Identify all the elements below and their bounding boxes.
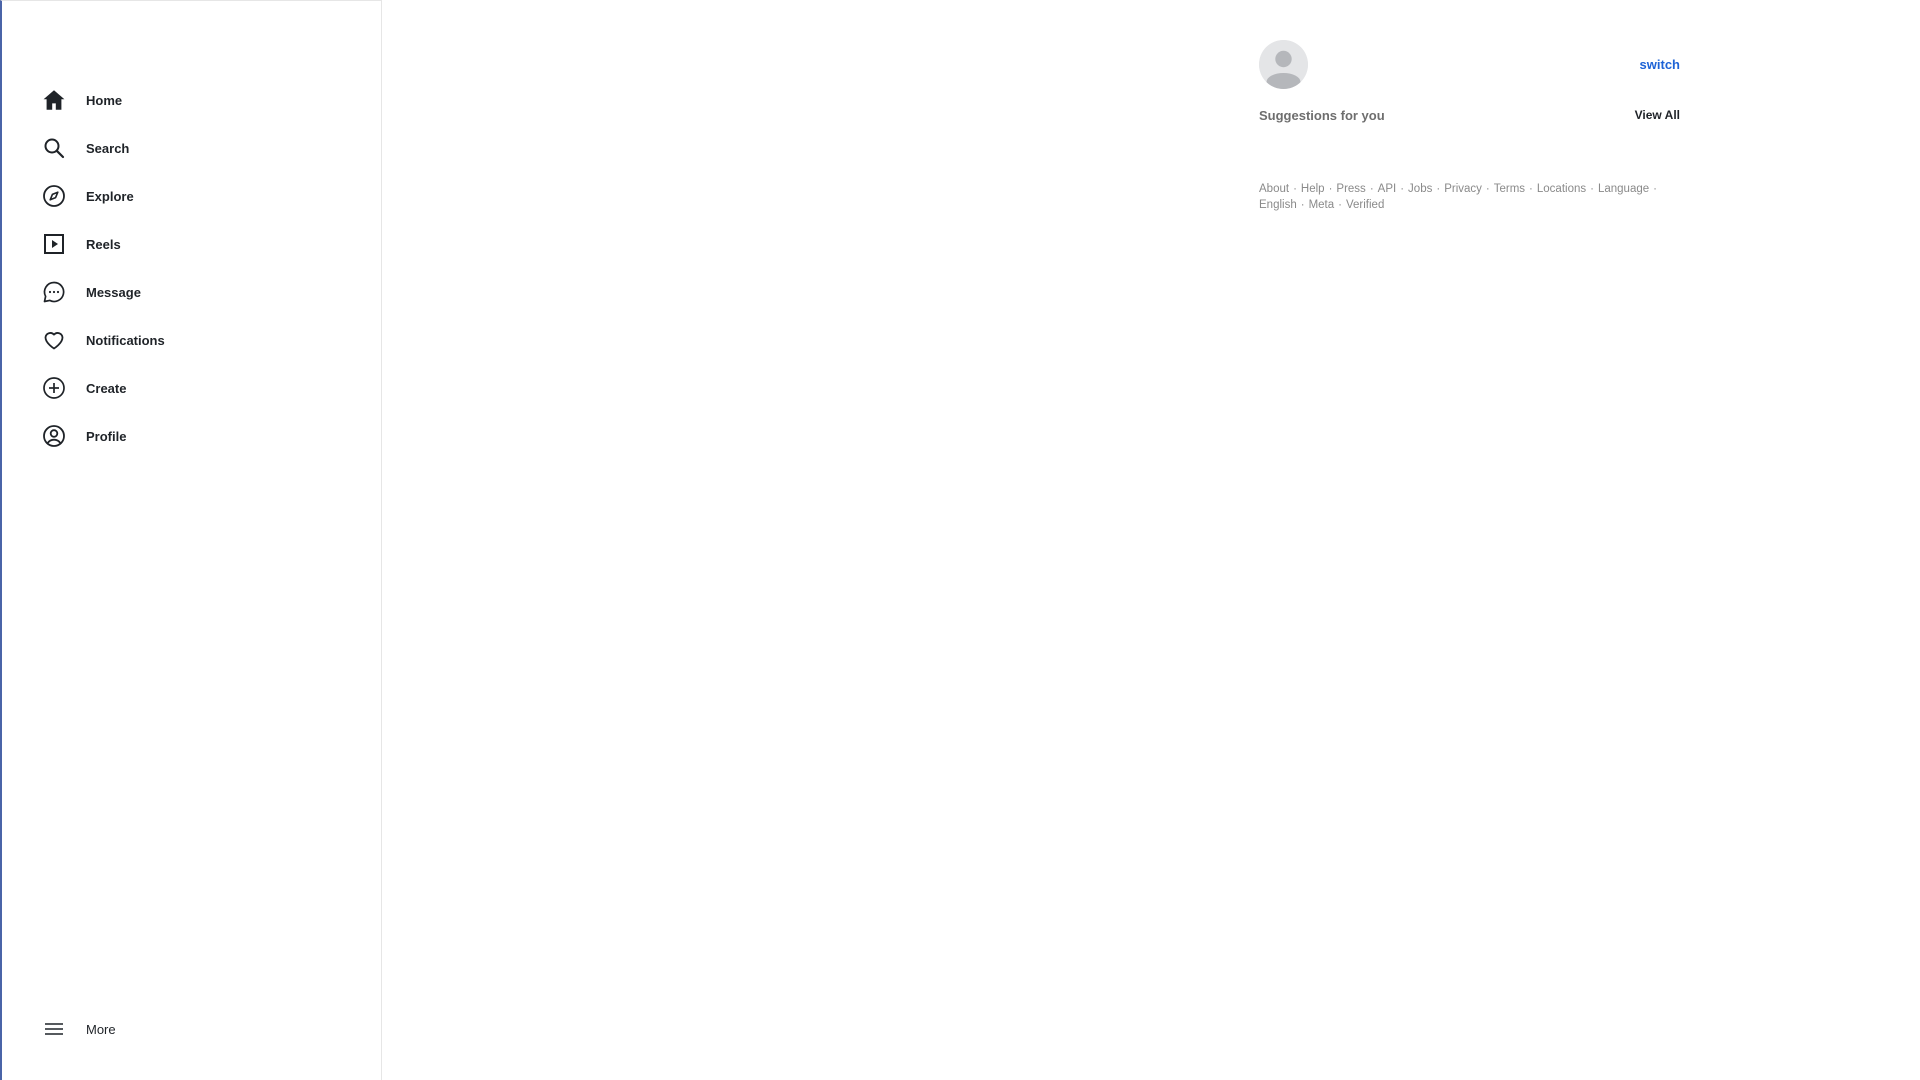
footer-separator: · bbox=[1369, 183, 1374, 195]
footer-link-privacy[interactable]: Privacy bbox=[1444, 183, 1482, 195]
sidebar-item-label: Create bbox=[86, 380, 127, 396]
footer-link-jobs[interactable]: Jobs bbox=[1408, 183, 1432, 195]
sidebar-item-label: Explore bbox=[86, 188, 134, 204]
app-root: Home Search Explore Reels Message Notifi… bbox=[0, 0, 1920, 1080]
plus-circle-icon bbox=[42, 376, 66, 400]
sidebar-item-create[interactable]: Create bbox=[2, 364, 381, 412]
menu-icon bbox=[42, 1017, 66, 1041]
footer-link-press[interactable]: Press bbox=[1336, 183, 1365, 195]
footer-separator: · bbox=[1590, 183, 1594, 195]
play-square-icon bbox=[42, 232, 66, 256]
footer-link-language[interactable]: Language bbox=[1598, 183, 1649, 195]
sidebar-item-label: Reels bbox=[86, 236, 121, 252]
more-button[interactable]: More bbox=[2, 1005, 381, 1053]
user-circle-icon bbox=[42, 424, 66, 448]
footer-separator: · bbox=[1300, 199, 1305, 211]
footer-link-meta[interactable]: Meta bbox=[1309, 199, 1335, 211]
sidebar-item-search[interactable]: Search bbox=[2, 124, 381, 172]
chat-bubble-icon bbox=[42, 280, 66, 304]
home-icon bbox=[42, 88, 66, 112]
footer-separator: · bbox=[1328, 183, 1333, 195]
more-label: More bbox=[86, 1021, 116, 1037]
footer-link-help[interactable]: Help bbox=[1301, 183, 1325, 195]
footer-links: About · Help · Press · API · Jobs · Privacy · Terms ·… bbox=[1259, 181, 1680, 213]
sidebar-item-notifications[interactable]: Notifications bbox=[2, 316, 381, 364]
footer-link-about[interactable]: About bbox=[1259, 183, 1289, 195]
sidebar-item-label: Profile bbox=[86, 428, 127, 444]
footer-separator: · bbox=[1293, 183, 1297, 195]
footer-link-english[interactable]: English bbox=[1259, 199, 1297, 211]
avatar[interactable] bbox=[1259, 39, 1308, 89]
sidebar-item-label: Message bbox=[86, 284, 141, 300]
suggestions-title: Suggestions for you bbox=[1259, 107, 1385, 123]
sidebar-item-profile[interactable]: Profile bbox=[2, 412, 381, 460]
footer-link-locations[interactable]: Locations bbox=[1537, 183, 1586, 195]
sidebar: Home Search Explore Reels Message Notifi… bbox=[0, 0, 382, 1080]
footer-separator: · bbox=[1338, 199, 1342, 211]
sidebar-item-home[interactable]: Home bbox=[2, 76, 381, 124]
footer-separator: · bbox=[1653, 183, 1657, 195]
sidebar-item-message[interactable]: Message bbox=[2, 268, 381, 316]
default-avatar-icon bbox=[1259, 39, 1308, 89]
current-account-row: switch bbox=[1259, 39, 1680, 89]
switch-account-link[interactable]: switch bbox=[1640, 57, 1680, 72]
view-all-link[interactable]: View All bbox=[1635, 108, 1680, 122]
footer-link-api[interactable]: API bbox=[1378, 183, 1397, 195]
footer-link-terms[interactable]: Terms bbox=[1494, 183, 1525, 195]
sidebar-item-label: Search bbox=[86, 140, 130, 156]
right-panel: switch Suggestions for you View All Abou… bbox=[1259, 39, 1680, 213]
sidebar-item-reels[interactable]: Reels bbox=[2, 220, 381, 268]
suggestions-header: Suggestions for you View All bbox=[1259, 105, 1680, 125]
footer-separator: · bbox=[1400, 183, 1405, 195]
sidebar-nav: Home Search Explore Reels Message Notifi… bbox=[2, 76, 381, 460]
sidebar-item-label: Home bbox=[86, 92, 123, 108]
sidebar-item-explore[interactable]: Explore bbox=[2, 172, 381, 220]
sidebar-item-label: Notifications bbox=[86, 332, 165, 348]
footer-link-verified[interactable]: Verified bbox=[1346, 199, 1384, 211]
search-icon bbox=[42, 136, 66, 160]
compass-icon bbox=[42, 184, 66, 208]
footer-separator: · bbox=[1529, 183, 1533, 195]
footer-separator: · bbox=[1485, 183, 1490, 195]
heart-icon bbox=[42, 328, 66, 352]
footer-separator: · bbox=[1436, 183, 1441, 195]
